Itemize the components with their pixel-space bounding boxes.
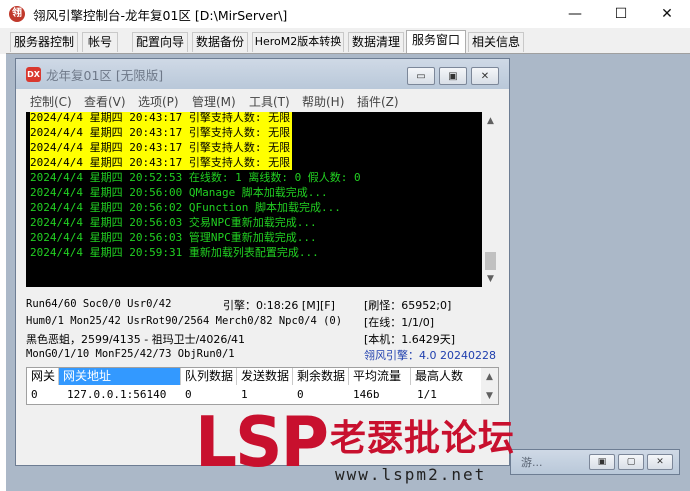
minimized-maximize-button[interactable]: ▢	[618, 454, 644, 470]
site-watermark: LSP 老瑟批论坛 www.lspm2.net	[195, 402, 514, 491]
window-title: 翎风引擎控制台-龙年复01区 [D:\MirServer\]	[33, 7, 288, 23]
log-line: 2024/4/4 星期四 20:43:17 引擎支持人数: 无限	[30, 125, 293, 140]
table-cell[interactable]: 0	[181, 386, 192, 403]
column-header[interactable]: 剩余数据	[293, 368, 349, 385]
log-line: 2024/4/4 星期四 20:52:53 在线数: 1 离线数: 0 假人数:…	[30, 171, 361, 184]
close-button[interactable]: ✕	[644, 0, 690, 28]
scroll-up-icon[interactable]: ▲	[482, 112, 499, 129]
local-uptime: [本机：1.6429天]	[364, 333, 456, 346]
tab-account[interactable]: 帐号	[82, 32, 118, 52]
menu-manage[interactable]: 管理(M)	[192, 93, 236, 110]
log-line: 2024/4/4 星期四 20:43:17 引擎支持人数: 无限	[30, 112, 293, 125]
column-header[interactable]: 平均流量	[349, 368, 411, 385]
column-header[interactable]: 队列数据	[181, 368, 237, 385]
menu-tools[interactable]: 工具(T)	[249, 93, 290, 110]
console-scrollbar[interactable]: ▲ ▼	[482, 112, 499, 287]
scroll-thumb[interactable]	[485, 252, 496, 270]
window-titlebar: 翎 翎风引擎控制台-龙年复01区 [D:\MirServer\] — ☐ ✕	[0, 0, 690, 28]
table-cell[interactable]: 0	[27, 386, 38, 403]
tab-config-wizard[interactable]: 配置向导	[132, 32, 188, 52]
child-menubar: 控制(C) 查看(V) 选项(P) 管理(M) 工具(T) 帮助(H) 插件(Z…	[16, 89, 509, 111]
log-line: 2024/4/4 星期四 20:56:00 QManage 脚本加载完成...	[30, 186, 328, 199]
child-restore-button[interactable]: ▣	[439, 67, 467, 85]
tab-herom2-convert[interactable]: HeroM2版本转换	[252, 32, 344, 52]
dx-logo-icon: DX	[26, 66, 41, 82]
menu-control[interactable]: 控制(C)	[30, 93, 72, 110]
scroll-up-icon[interactable]: ▲	[481, 368, 498, 385]
engine-uptime: 引擎：0:18:26 [M][F]	[223, 299, 335, 312]
minimized-controls: ▣ ▢ ✕	[589, 454, 673, 470]
tab-service-window[interactable]: 服务窗口	[406, 30, 466, 53]
column-header[interactable]: 网关	[27, 368, 59, 385]
log-line: 2024/4/4 星期四 20:59:31 重新加载列表配置完成...	[30, 246, 319, 259]
main-tab-strip: 服务器控制 帐号 配置向导 数据备份 HeroM2版本转换 数据清理 服务窗口 …	[0, 28, 690, 54]
log-line: 2024/4/4 星期四 20:56:03 管理NPC重新加载完成...	[30, 231, 317, 244]
child-close-button[interactable]: ✕	[471, 67, 499, 85]
menu-view[interactable]: 查看(V)	[84, 93, 126, 110]
menu-help[interactable]: 帮助(H)	[302, 93, 344, 110]
tab-data-backup[interactable]: 数据备份	[192, 32, 248, 52]
column-header[interactable]: 网关地址	[59, 368, 181, 385]
watermark-forum-name: 老瑟批论坛	[330, 418, 516, 459]
child-title: 龙年复01区 [无限版]	[46, 67, 164, 83]
table-cell[interactable]: 127.0.0.1:56140	[63, 386, 166, 403]
watermark-logo: LSP	[195, 402, 329, 483]
minimized-restore-button[interactable]: ▣	[589, 454, 615, 470]
online-count: [在线：1/1/0]	[364, 316, 434, 329]
log-line: 2024/4/4 星期四 20:43:17 引擎支持人数: 无限	[30, 140, 293, 155]
monster-refresh: [刷怪：65952;0]	[364, 299, 452, 312]
console-log[interactable]: 2024/4/4 星期四 20:43:17 引擎支持人数: 无限 2024/4/…	[26, 112, 499, 287]
log-line: 2024/4/4 星期四 20:43:17 引擎支持人数: 无限	[30, 155, 293, 170]
column-header[interactable]: 最高人数	[411, 368, 483, 385]
engine-version: 翎风引擎：4.0 20240228	[364, 349, 496, 362]
child-controls: ▭ ▣ ✕	[407, 67, 499, 85]
minimized-close-button[interactable]: ✕	[647, 454, 673, 470]
log-line: 2024/4/4 星期四 20:56:02 QFunction 脚本加载完成..…	[30, 201, 341, 214]
table-cell[interactable]: 1	[237, 386, 248, 403]
watermark-url: www.lspm2.net	[335, 465, 487, 484]
column-header[interactable]: 发送数据	[237, 368, 293, 385]
window-controls: — ☐ ✕	[552, 0, 690, 28]
app-logo-icon: 翎	[9, 6, 25, 22]
table-cell[interactable]: 146b	[349, 386, 380, 403]
tab-related-info[interactable]: 相关信息	[468, 32, 524, 52]
tab-server-control[interactable]: 服务器控制	[10, 32, 78, 52]
log-line: 2024/4/4 星期四 20:56:03 交易NPC重新加载完成...	[30, 216, 317, 229]
monster-info: 黑色恶蛆，2599/4135 - 祖玛卫士/4026/41	[26, 333, 246, 346]
run-stats: Run64/60 Soc0/0 Usr0/42	[26, 298, 172, 310]
gateway-table[interactable]: 网关 网关地址 队列数据 发送数据 剩余数据 平均流量 最高人数 0 127.0…	[26, 367, 499, 405]
minimized-title: 游...	[521, 456, 543, 469]
menu-options[interactable]: 选项(P)	[138, 93, 179, 110]
scroll-down-icon[interactable]: ▼	[481, 387, 498, 404]
tab-data-cleanup[interactable]: 数据清理	[348, 32, 404, 52]
table-scrollbar[interactable]: ▲ ▼	[481, 368, 498, 404]
scroll-down-icon[interactable]: ▼	[482, 270, 499, 287]
minimize-button[interactable]: —	[552, 0, 598, 28]
child-minimize-button[interactable]: ▭	[407, 67, 435, 85]
human-stats: Hum0/1 Mon25/42 UsrRot90/2564 Merch0/82 …	[26, 315, 343, 327]
child-titlebar[interactable]: DX 龙年复01区 [无限版] ▭ ▣ ✕	[16, 59, 509, 89]
table-cell[interactable]: 0	[293, 386, 304, 403]
monster-group-stats: MonG0/1/10 MonF25/42/73 ObjRun0/1	[26, 348, 235, 360]
table-cell[interactable]: 1/1	[413, 386, 437, 403]
minimized-child-window[interactable]: 游... ▣ ▢ ✕	[510, 449, 680, 475]
menu-plugins[interactable]: 插件(Z)	[357, 93, 399, 110]
maximize-button[interactable]: ☐	[598, 0, 644, 28]
